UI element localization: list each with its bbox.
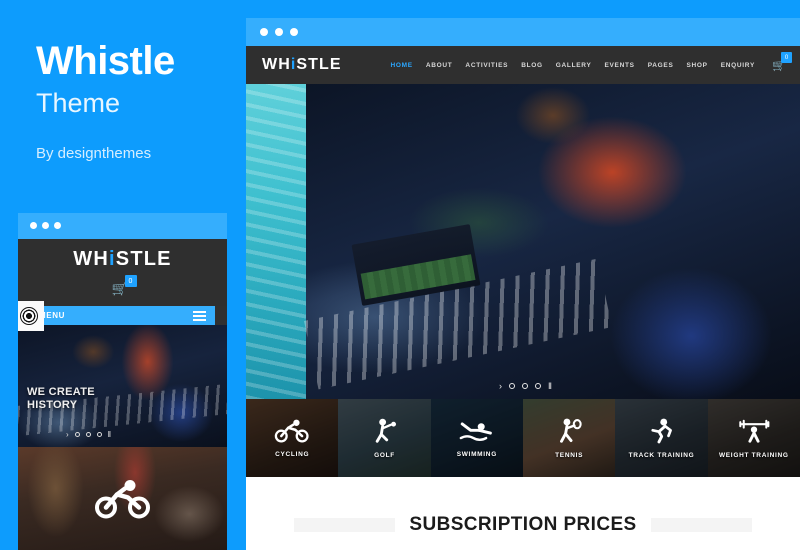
- browser-titlebar: [246, 18, 800, 46]
- pause-icon[interactable]: II: [108, 430, 112, 439]
- nav-item-blog[interactable]: BLOG: [521, 62, 543, 69]
- nav-item-pages[interactable]: PAGES: [648, 62, 674, 69]
- hero-water-strip: [246, 84, 306, 399]
- promo-byline: By designthemes: [36, 145, 152, 162]
- window-dot[interactable]: [260, 28, 268, 36]
- activity-tile-weight-training[interactable]: WEIGHT TRAINING: [707, 399, 800, 477]
- logo-post: STLE: [115, 248, 172, 270]
- section-title: SUBSCRIPTION PRICES: [409, 513, 637, 535]
- window-dot[interactable]: [290, 28, 298, 36]
- hero-slider: › II: [246, 84, 800, 399]
- tennis-icon: [555, 418, 583, 449]
- promo-panel: Whistle Theme By designthemes: [36, 40, 246, 162]
- next-arrow-icon[interactable]: ›: [499, 381, 502, 391]
- browser-window-controls[interactable]: [260, 28, 298, 36]
- hamburger-icon[interactable]: [193, 310, 206, 321]
- mobile-cart-button[interactable]: 🛒 0: [112, 275, 137, 295]
- nav-item-enquiry[interactable]: ENQUIRY: [721, 62, 755, 69]
- window-dot[interactable]: [42, 222, 49, 229]
- headline-line-1: WE CREATE: [27, 386, 95, 399]
- hero-slider-controls[interactable]: › II: [499, 381, 552, 391]
- mobile-slider-controls[interactable]: › II: [66, 430, 112, 439]
- divider-left: [294, 517, 396, 532]
- window-dot[interactable]: [275, 28, 283, 36]
- activity-tile-track-training[interactable]: TRACK TRAINING: [615, 399, 708, 477]
- nav-item-gallery[interactable]: GALLERY: [556, 62, 592, 69]
- logo-accent-letter: i: [109, 248, 116, 270]
- nav-item-shop[interactable]: SHOP: [686, 62, 707, 69]
- site-logo[interactable]: WHiSTLE: [262, 56, 342, 74]
- soccer-ball-glyph: [20, 307, 38, 325]
- activity-tile-tennis[interactable]: TENNIS: [522, 399, 616, 477]
- next-arrow-icon[interactable]: ›: [66, 430, 69, 439]
- pause-icon[interactable]: II: [548, 381, 552, 391]
- cycling-icon: [274, 419, 310, 448]
- cycling-icon: [94, 478, 151, 523]
- nav-item-activities[interactable]: ACTIVITIES: [465, 62, 508, 69]
- activity-tile-cycling[interactable]: CYCLING: [246, 399, 339, 477]
- mobile-menu-bar[interactable]: MENU: [30, 306, 215, 325]
- mobile-logo[interactable]: WHiSTLE: [73, 248, 171, 271]
- weightlifting-icon: [737, 418, 771, 449]
- window-dot[interactable]: [30, 222, 37, 229]
- window-dot[interactable]: [54, 222, 61, 229]
- mobile-titlebar: [18, 213, 227, 239]
- nav-item-about[interactable]: ABOUT: [426, 62, 453, 69]
- subscription-section: SUBSCRIPTION PRICES: [246, 477, 800, 550]
- mobile-window-controls[interactable]: [30, 222, 61, 229]
- cart-count-badge: 0: [124, 275, 137, 287]
- site-navbar: WHiSTLE HOME ABOUT ACTIVITIES BLOG GALLE…: [246, 46, 800, 84]
- logo-pre: WH: [73, 248, 110, 270]
- headline-line-2: HISTORY: [27, 398, 78, 411]
- browser-preview-window: WHiSTLE HOME ABOUT ACTIVITIES BLOG GALLE…: [246, 18, 800, 550]
- logo-post: STLE: [296, 56, 342, 73]
- tile-label: TRACK TRAINING: [628, 451, 695, 459]
- slider-dot[interactable]: [74, 432, 80, 437]
- mobile-hero-headline: WE CREATE HISTORY: [27, 386, 95, 411]
- logo-pre: WH: [262, 56, 291, 73]
- promo-title: Whistle: [36, 39, 175, 83]
- cart-button[interactable]: 🛒 0: [772, 52, 792, 72]
- promo-subtitle: Theme: [36, 88, 121, 118]
- slider-dot[interactable]: [509, 383, 515, 389]
- cart-count-badge: 0: [781, 52, 792, 63]
- mobile-hero-slider: WE CREATE HISTORY › II: [18, 325, 227, 447]
- main-menu: HOME ABOUT ACTIVITIES BLOG GALLERY EVENT…: [391, 52, 792, 72]
- swimming-icon: [458, 419, 496, 448]
- activity-tile-swimming[interactable]: SWIMMING: [430, 399, 523, 477]
- activity-tiles: CYCLING GOLF SWIMMING TENNIS TRACK TRAIN…: [246, 399, 800, 477]
- slider-dot[interactable]: [535, 383, 541, 389]
- tile-label: CYCLING: [275, 450, 310, 458]
- tile-label: SWIMMING: [456, 450, 497, 458]
- mobile-cycling-section: [18, 447, 227, 550]
- divider-right: [650, 517, 752, 532]
- tile-label: GOLF: [374, 451, 395, 459]
- golf-icon: [369, 418, 399, 449]
- tile-label: TENNIS: [555, 451, 584, 459]
- nav-item-home[interactable]: HOME: [391, 62, 413, 69]
- soccer-ball-icon: [18, 301, 44, 331]
- nav-item-events[interactable]: EVENTS: [604, 62, 634, 69]
- slider-dot[interactable]: [522, 383, 528, 389]
- activity-tile-golf[interactable]: GOLF: [338, 399, 431, 477]
- running-icon: [647, 418, 675, 449]
- mobile-preview-window: WHiSTLE 🛒 0 MENU WE CREATE HISTORY › II: [18, 213, 227, 550]
- slider-dot[interactable]: [85, 432, 91, 437]
- mobile-site-header: WHiSTLE 🛒 0: [18, 239, 227, 306]
- slider-dot[interactable]: [96, 432, 102, 437]
- tile-label: WEIGHT TRAINING: [718, 451, 789, 459]
